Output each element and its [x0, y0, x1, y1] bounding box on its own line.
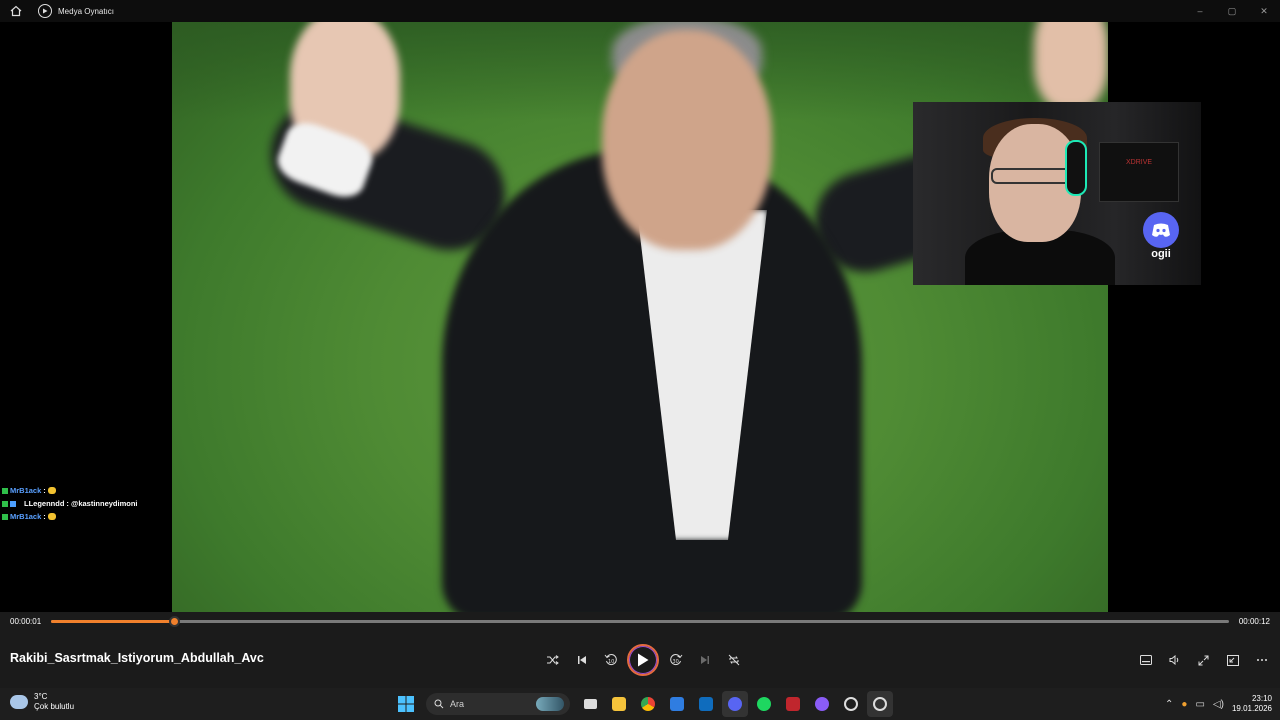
app-settings-icon[interactable] [838, 691, 864, 717]
play-button[interactable] [627, 644, 659, 676]
rewind-10-button[interactable]: 10 [596, 646, 625, 674]
chat-username: MrB1ack [10, 512, 42, 521]
chat-message: MrB1ack : [2, 484, 138, 497]
total-time: 00:00:12 [1238, 617, 1270, 626]
repeat-off-button[interactable] [719, 646, 748, 674]
search-highlight-icon [536, 697, 564, 711]
player-controls: 00:00:01 00:00:12 Rakibi_Sasrtmak_Istiyo… [0, 612, 1280, 688]
chat-text: : @kastinneydimoni [66, 499, 138, 508]
maximize-button[interactable]: ▢ [1216, 0, 1248, 22]
media-player-taskbar-icon[interactable] [867, 691, 893, 717]
subtitles-icon[interactable] [1131, 646, 1160, 674]
file-explorer-icon[interactable] [606, 691, 632, 717]
chevron-up-icon[interactable]: ⌃ [1165, 699, 1173, 710]
video-frame[interactable] [172, 0, 1108, 612]
discord-username: ogii [1151, 248, 1171, 260]
webcam-overlay: XDRIVE ogii [913, 102, 1201, 285]
chat-text: : [43, 512, 46, 521]
seek-thumb[interactable] [168, 616, 180, 627]
cloud-icon [10, 695, 28, 709]
spotify-icon[interactable] [751, 691, 777, 717]
minimize-button[interactable]: – [1184, 0, 1216, 22]
video-person-head [602, 30, 772, 250]
system-tray: ⌃ ● ▭ ◁) 23:10 19.01.2026 [1165, 691, 1272, 717]
network-icon[interactable]: ▭ [1195, 699, 1204, 710]
chat-badge-icon [2, 487, 8, 494]
microphone-icon[interactable]: ● [1181, 699, 1187, 710]
wall-poster: XDRIVE [1099, 142, 1179, 202]
seek-progress [51, 620, 174, 623]
chat-message: LLegenndd : @kastinneydimoni [2, 497, 138, 510]
store-icon[interactable] [664, 691, 690, 717]
chat-overlay: MrB1ack : LLegenndd : @kastinneydimoni M… [2, 484, 138, 523]
clock[interactable]: 23:10 19.01.2026 [1232, 694, 1272, 714]
chat-username: LLegenndd [24, 499, 65, 508]
speaker-icon[interactable]: ◁) [1213, 699, 1224, 710]
chat-message: MrB1ack : [2, 510, 138, 523]
discord-taskbar-icon[interactable] [722, 691, 748, 717]
chat-badge-icon [2, 500, 8, 507]
shuffle-button[interactable] [538, 646, 567, 674]
track-title: Rakibi_Sasrtmak_Istiyorum_Abdullah_Avc [10, 651, 264, 665]
search-placeholder: Ara [450, 699, 465, 709]
media-player-app-icon [38, 4, 52, 18]
next-button[interactable] [690, 646, 719, 674]
taskbar-search[interactable]: Ara [426, 693, 570, 715]
taskbar-apps: Ara [393, 691, 893, 717]
miniplayer-icon[interactable] [1218, 646, 1247, 674]
app-red-icon[interactable] [780, 691, 806, 717]
weather-desc: Çok bulutlu [34, 702, 75, 711]
chat-badge-icon [10, 500, 16, 507]
fullscreen-icon[interactable] [1189, 646, 1218, 674]
more-options-icon[interactable] [1247, 646, 1276, 674]
outlook-icon[interactable] [693, 691, 719, 717]
emoji-icon [47, 487, 56, 494]
playback-controls: 10 30 [538, 644, 748, 676]
search-icon [434, 699, 444, 709]
previous-button[interactable] [567, 646, 596, 674]
headset [1065, 140, 1087, 196]
close-button[interactable]: ✕ [1248, 0, 1280, 22]
clock-date: 19.01.2026 [1231, 704, 1272, 713]
glasses [991, 168, 1071, 184]
window-title: Medya Oynatıcı [58, 6, 115, 16]
chat-username: MrB1ack [10, 486, 42, 495]
title-bar: Medya Oynatıcı – ▢ ✕ [0, 0, 1280, 22]
current-time: 00:00:01 [10, 617, 42, 626]
windows-start-icon[interactable] [393, 691, 419, 717]
discord-icon [1143, 212, 1179, 248]
svg-text:10: 10 [608, 659, 614, 665]
volume-icon[interactable] [1160, 646, 1189, 674]
home-icon[interactable] [0, 0, 32, 22]
chrome-icon[interactable] [635, 691, 661, 717]
taskbar: 3°C Çok bulutlu Ara ⌃ ● ▭ ◁) 23:10 19.01… [0, 688, 1280, 720]
app-purple-icon[interactable] [809, 691, 835, 717]
clock-time: 23:10 [1251, 694, 1272, 703]
forward-30-button[interactable]: 30 [661, 646, 690, 674]
chat-badge-icon [2, 513, 8, 520]
seek-bar[interactable] [51, 616, 1229, 627]
media-player-window: Medya Oynatıcı – ▢ ✕ XDRIVE ogii MrB1ack… [0, 0, 1280, 720]
weather-widget[interactable]: 3°C Çok bulutlu [10, 692, 74, 712]
weather-temp: 3°C [34, 692, 48, 701]
task-view-icon[interactable] [577, 691, 603, 717]
emoji-icon [47, 513, 56, 520]
view-controls [1131, 646, 1276, 674]
svg-text:30: 30 [672, 659, 678, 665]
chat-text: : [43, 486, 46, 495]
